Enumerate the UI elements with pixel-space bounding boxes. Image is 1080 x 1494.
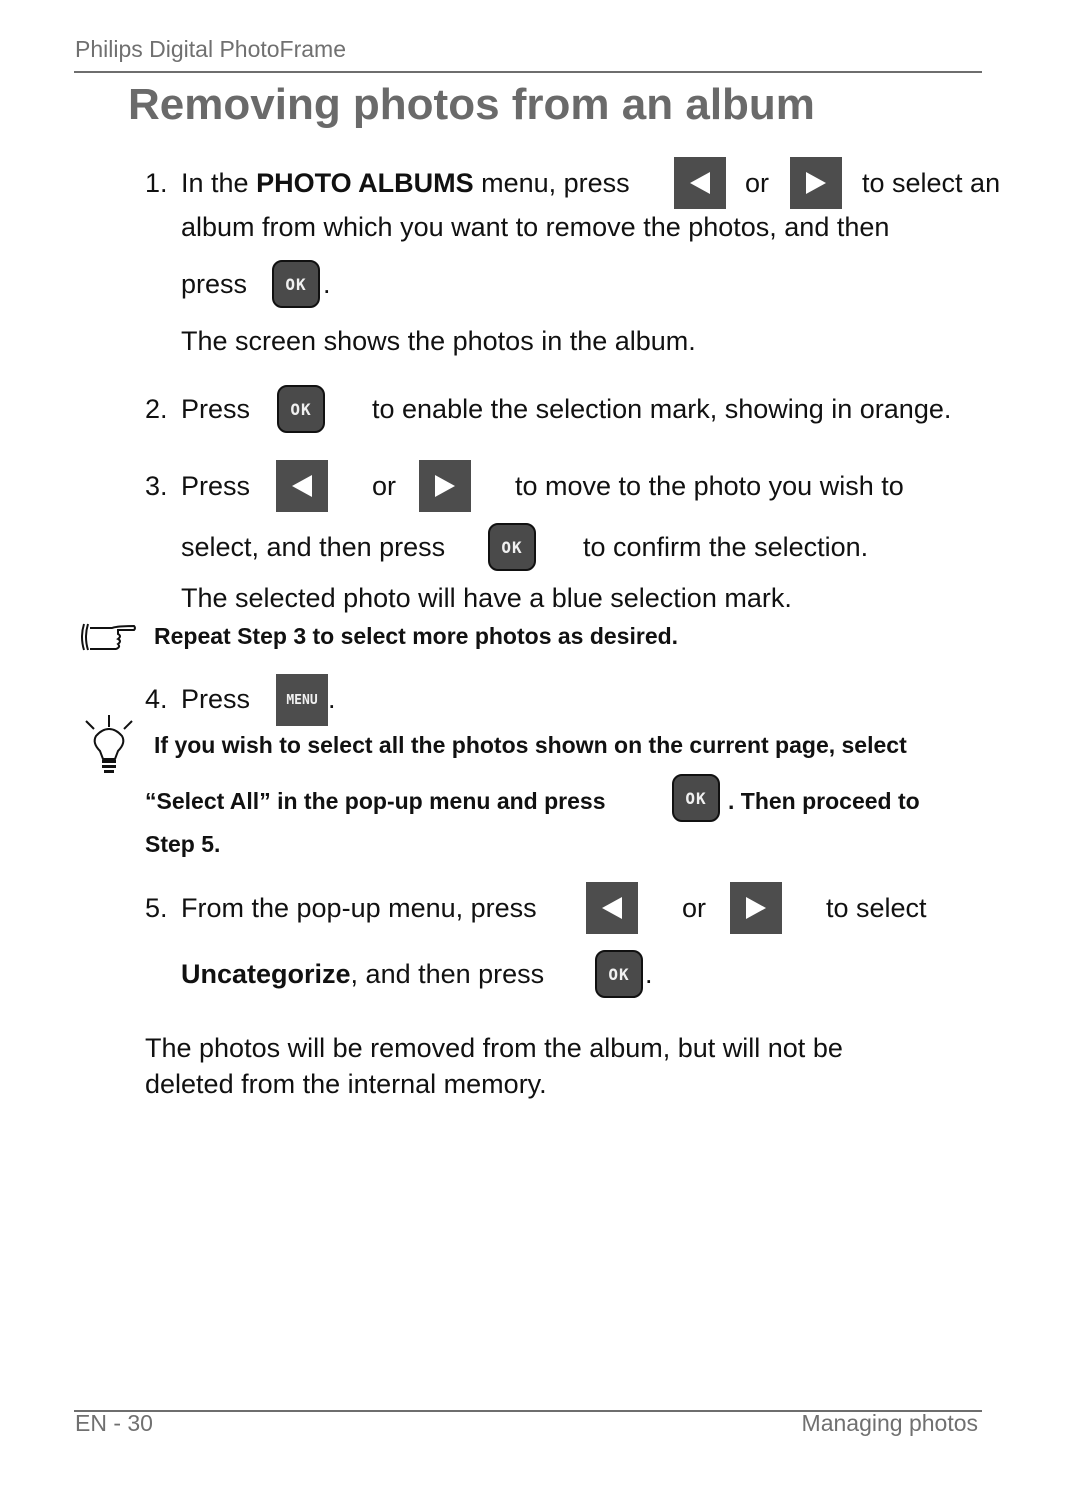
step-5-post: to select: [826, 893, 927, 923]
step-5-pre: From the pop-up menu, press: [181, 893, 537, 923]
header-rule: [74, 71, 982, 73]
step-5-option: Uncategorize: [181, 959, 351, 989]
step-1-pre: In the: [181, 168, 249, 198]
step-1-text: In the PHOTO ALBUMS menu, press: [181, 168, 630, 199]
step-1-menu-name: PHOTO ALBUMS: [256, 168, 474, 198]
ok-key-icon: OK: [488, 523, 536, 571]
step-5-line2: Uncategorize, and then press: [181, 959, 544, 990]
conclusion-line-2: deleted from the internal memory.: [145, 1069, 547, 1099]
tip-line-1: If you wish to select all the photos sho…: [154, 732, 907, 758]
step-1-or: or: [745, 168, 770, 198]
step-2-post: to enable the selection mark, showing in…: [372, 394, 952, 424]
step-3-line2-pre: select, and then press: [181, 532, 446, 562]
step-5-number: 5.: [145, 893, 168, 923]
pointer-note: Repeat Step 3 to select more photos as d…: [154, 623, 679, 649]
step-3-or: or: [372, 471, 397, 501]
tip-line-2-pre: “Select All” in the pop-up menu and pres…: [145, 788, 606, 814]
step-5-line2-post: .: [645, 959, 653, 989]
step-1-line3-post: .: [323, 269, 331, 299]
right-arrow-key-icon: [419, 460, 471, 512]
footer-section-name: Managing photos: [801, 1410, 978, 1436]
step-3-result: The selected photo will have a blue sele…: [181, 583, 792, 613]
step-5-or: or: [682, 893, 707, 923]
ok-key-icon: OK: [672, 774, 720, 822]
right-arrow-key-icon: [730, 882, 782, 934]
ok-key-icon: OK: [595, 950, 643, 998]
conclusion-line-1: The photos will be removed from the albu…: [145, 1033, 843, 1063]
step-1-result: The screen shows the photos in the album…: [181, 326, 696, 356]
ok-key-icon: OK: [272, 260, 320, 308]
menu-key-icon: MENU: [276, 674, 328, 726]
tip-line-3: Step 5.: [145, 831, 221, 857]
step-4-number: 4.: [145, 684, 168, 714]
left-arrow-key-icon: [674, 157, 726, 209]
tip-line-2-post: . Then proceed to: [728, 788, 920, 814]
step-2-number: 2.: [145, 394, 168, 424]
step-3-number: 3.: [145, 471, 168, 501]
step-1-mid: menu, press: [481, 168, 630, 198]
step-4-post: .: [328, 684, 336, 714]
lightbulb-tip-icon: [85, 715, 133, 773]
left-arrow-key-icon: [276, 460, 328, 512]
step-2-pre: Press: [181, 394, 251, 424]
header-product-name: Philips Digital PhotoFrame: [75, 36, 347, 62]
step-3-post: to move to the photo you wish to: [515, 471, 904, 501]
ok-key-icon: OK: [277, 385, 325, 433]
left-arrow-key-icon: [586, 882, 638, 934]
footer-page-number: EN - 30: [75, 1410, 153, 1436]
step-1-line3-pre: press: [181, 269, 248, 299]
step-1-line2: album from which you want to remove the …: [181, 212, 890, 242]
step-1-post: to select an: [862, 168, 1001, 198]
step-1-number: 1.: [145, 168, 168, 198]
step-4-pre: Press: [181, 684, 251, 714]
step-3-pre: Press: [181, 471, 251, 501]
step-5-line2-mid: , and then press: [350, 959, 545, 989]
pointing-hand-icon: [81, 623, 136, 651]
right-arrow-key-icon: [790, 157, 842, 209]
step-3-line2-post: to confirm the selection.: [583, 532, 869, 562]
page-title: Removing photos from an album: [128, 80, 815, 129]
